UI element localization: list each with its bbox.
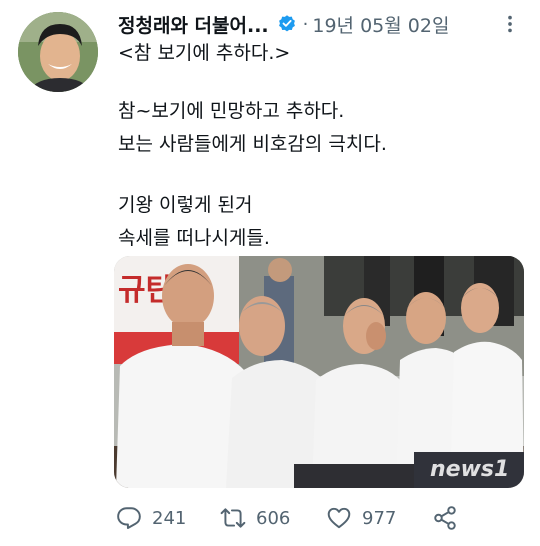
retweet-count: 606: [256, 507, 291, 529]
verified-icon: [277, 14, 297, 34]
share-button[interactable]: [432, 500, 458, 536]
separator-dot: ·: [302, 13, 309, 35]
avatar[interactable]: [18, 12, 98, 92]
retweet-icon: [220, 505, 246, 531]
retweet-button[interactable]: 606: [220, 500, 290, 536]
like-count: 977: [362, 507, 397, 529]
reply-button[interactable]: 241: [116, 500, 186, 536]
share-icon: [432, 505, 458, 531]
tweet-text-line: <참 보기에 추하다.>: [118, 42, 291, 64]
tweet-text-line: 기왕 이렇게 된거: [118, 194, 253, 216]
tweet-header: 정청래와 더불어... · 19년 05월 02일: [118, 10, 528, 38]
tweet-text-line: 속세를 떠나시게들.: [118, 227, 270, 249]
display-name[interactable]: 정청래와 더불어...: [118, 11, 269, 38]
photo-watermark: news1: [430, 457, 509, 482]
tweet-photo[interactable]: 규탄 news1: [114, 256, 524, 488]
tweet-date[interactable]: 19년 05월 02일: [312, 11, 449, 38]
like-button[interactable]: 977: [326, 500, 396, 536]
reply-icon: [116, 505, 142, 531]
reply-count: 241: [152, 507, 187, 529]
more-icon[interactable]: [498, 12, 522, 36]
tweet-actions: 241 606 977: [114, 500, 534, 536]
tweet-text-line: 참~보기에 민망하고 추하다.: [118, 100, 345, 122]
tweet-text-line: 보는 사람들에게 비호감의 극치다.: [118, 133, 387, 155]
like-icon: [326, 505, 352, 531]
tweet-card: 정청래와 더불어... · 19년 05월 02일 <참 보기에 추하다.> 참…: [0, 0, 540, 546]
